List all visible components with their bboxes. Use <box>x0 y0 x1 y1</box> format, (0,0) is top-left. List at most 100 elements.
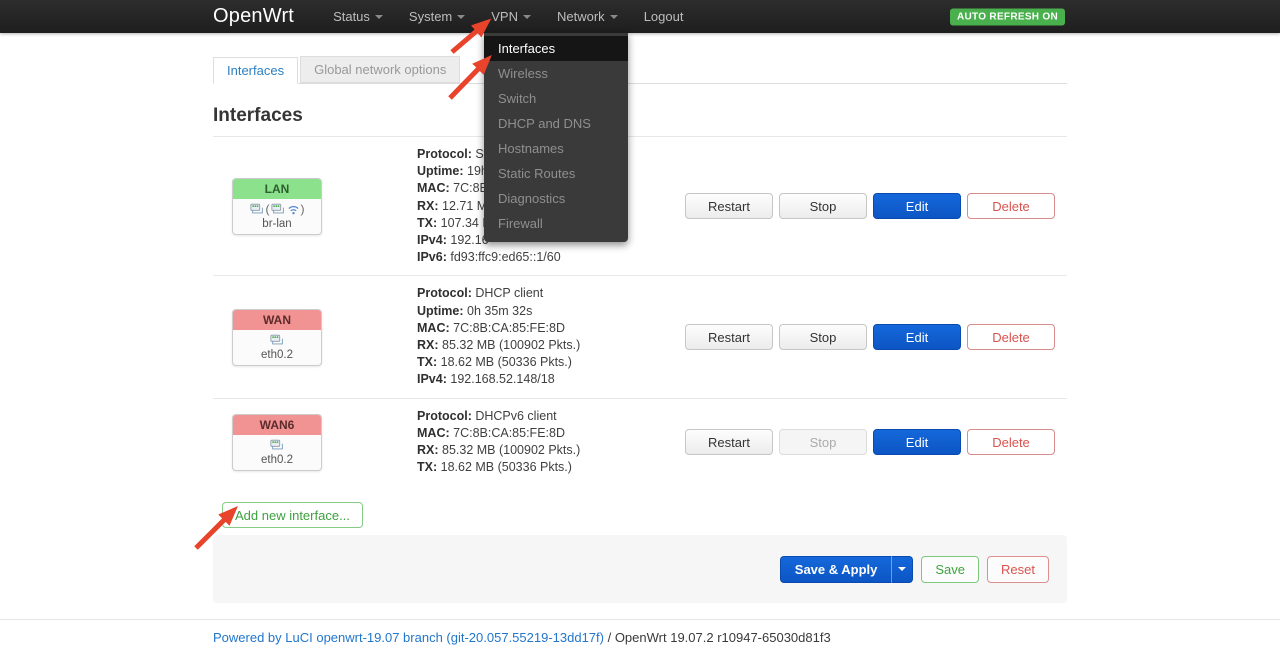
interface-device: eth0.2 <box>235 349 319 361</box>
detail-line: RX: 85.32 MB (100902 Pkts.) <box>417 337 685 354</box>
detail-line: TX: 18.62 MB (50336 Pkts.) <box>417 459 685 476</box>
restart-button[interactable]: Restart <box>685 324 773 350</box>
detail-value: 85.32 MB (100902 Pkts.) <box>442 443 580 457</box>
detail-label: Uptime: <box>417 304 464 318</box>
openwrt-logo: OpenWrt <box>213 5 294 28</box>
detail-line: MAC: 7C:8B:CA:85:FE:8D <box>417 425 685 442</box>
menu-item-switch[interactable]: Switch <box>484 86 628 111</box>
interface-card-wan: WAN eth0.2 <box>232 309 322 366</box>
delete-button[interactable]: Delete <box>967 193 1055 219</box>
interface-badge-lan: LAN <box>233 179 321 199</box>
detail-line: Protocol: DHCPv6 client <box>417 408 685 425</box>
edit-button[interactable]: Edit <box>873 324 961 350</box>
save-apply-dropdown-toggle[interactable] <box>891 556 913 583</box>
top-navbar: OpenWrt Status System VPN Network Logout… <box>0 0 1280 33</box>
interface-device: br-lan <box>235 218 319 230</box>
detail-line: MAC: 7C:8B:CA:85:FE:8D <box>417 320 685 337</box>
restart-button[interactable]: Restart <box>685 193 773 219</box>
chevron-down-icon <box>610 15 618 19</box>
ethernet-port-icon <box>270 439 285 451</box>
interface-card-wan6: WAN6 eth0.2 <box>232 414 322 471</box>
interface-actions: Restart Stop Edit Delete <box>685 429 1067 455</box>
edit-button[interactable]: Edit <box>873 193 961 219</box>
chevron-down-icon <box>898 567 906 571</box>
detail-value: 18.62 MB (50336 Pkts.) <box>441 460 572 474</box>
edit-button[interactable]: Edit <box>873 429 961 455</box>
detail-line: Protocol: DHCP client <box>417 285 685 302</box>
detail-value: fd93:ffc9:ed65::1/60 <box>450 250 560 264</box>
menu-item-diagnostics[interactable]: Diagnostics <box>484 186 628 211</box>
detail-label: RX: <box>417 443 439 457</box>
restart-button[interactable]: Restart <box>685 429 773 455</box>
delete-button[interactable]: Delete <box>967 324 1055 350</box>
detail-value: 192.168.52.148/18 <box>450 372 554 386</box>
interface-badge-wan: WAN <box>233 310 321 330</box>
detail-label: TX: <box>417 216 437 230</box>
menu-item-wireless[interactable]: Wireless <box>484 61 628 86</box>
interface-card-lan: LAN ( ) br-lan <box>232 178 322 235</box>
bridge-close-paren: ) <box>301 203 305 216</box>
detail-line: IPv4: 192.168.52.148/18 <box>417 371 685 388</box>
menu-item-dhcp-dns[interactable]: DHCP and DNS <box>484 111 628 136</box>
detail-label: Uptime: <box>417 164 464 178</box>
save-apply-split-button: Save & Apply <box>780 556 914 583</box>
wifi-icon <box>287 204 300 215</box>
interface-details: Protocol: DHCPv6 client MAC: 7C:8B:CA:85… <box>417 408 685 477</box>
interface-badge-wan6: WAN6 <box>233 415 321 435</box>
detail-label: IPv6: <box>417 250 447 264</box>
interface-actions: Restart Stop Edit Delete <box>685 324 1067 350</box>
detail-label: Protocol: <box>417 286 472 300</box>
interface-row-wan: WAN eth0.2 Protocol: DHCP client Uptime:… <box>213 276 1067 398</box>
detail-value: 12.71 M <box>442 199 487 213</box>
nav-item-logout[interactable]: Logout <box>631 0 697 33</box>
detail-label: Protocol: <box>417 147 472 161</box>
interface-row-wan6: WAN6 eth0.2 Protocol: DHCPv6 client MAC:… <box>213 399 1067 486</box>
tab-global-network-options[interactable]: Global network options <box>300 56 460 83</box>
delete-button[interactable]: Delete <box>967 429 1055 455</box>
nav-item-vpn[interactable]: VPN <box>478 0 544 33</box>
detail-line: TX: 18.62 MB (50336 Pkts.) <box>417 354 685 371</box>
save-apply-button[interactable]: Save & Apply <box>780 556 892 583</box>
detail-value: 7C:8B <box>453 181 488 195</box>
interface-icons: ( ) <box>235 202 319 217</box>
menu-item-interfaces[interactable]: Interfaces <box>484 36 628 61</box>
menu-item-hostnames[interactable]: Hostnames <box>484 136 628 161</box>
luci-footer-link[interactable]: Powered by LuCI openwrt-19.07 branch (gi… <box>213 630 604 645</box>
interface-icons <box>235 438 319 453</box>
stop-button[interactable]: Stop <box>779 193 867 219</box>
network-dropdown-menu: Interfaces Wireless Switch DHCP and DNS … <box>484 33 628 242</box>
detail-label: RX: <box>417 338 439 352</box>
menu-item-firewall[interactable]: Firewall <box>484 211 628 236</box>
interface-details: Protocol: DHCP client Uptime: 0h 35m 32s… <box>417 285 685 388</box>
detail-label: MAC: <box>417 426 450 440</box>
menu-item-static-routes[interactable]: Static Routes <box>484 161 628 186</box>
save-button[interactable]: Save <box>921 556 979 583</box>
detail-label: TX: <box>417 460 437 474</box>
detail-label: RX: <box>417 199 439 213</box>
ethernet-port-icon <box>270 334 285 346</box>
detail-value: DHCPv6 client <box>475 409 556 423</box>
detail-value: 7C:8B:CA:85:FE:8D <box>453 321 565 335</box>
main-content: Interfaces Global network options Interf… <box>213 33 1067 603</box>
detail-line: IPv6: fd93:ffc9:ed65::1/60 <box>417 249 685 266</box>
detail-value: 18.62 MB (50336 Pkts.) <box>441 355 572 369</box>
detail-value: DHCP client <box>475 286 543 300</box>
page-title: Interfaces <box>213 105 1067 127</box>
stop-button[interactable]: Stop <box>779 324 867 350</box>
ethernet-port-icon <box>271 203 286 215</box>
detail-value: 192.16 <box>450 233 488 247</box>
tab-interfaces[interactable]: Interfaces <box>213 57 298 84</box>
nav-item-system[interactable]: System <box>396 0 478 33</box>
stop-button[interactable]: Stop <box>779 429 867 455</box>
detail-line: Uptime: 0h 35m 32s <box>417 303 685 320</box>
interface-icons <box>235 333 319 348</box>
add-new-interface-button[interactable]: Add new interface... <box>222 502 363 528</box>
detail-line: RX: 85.32 MB (100902 Pkts.) <box>417 442 685 459</box>
footer-version-text: / OpenWrt 19.07.2 r10947-65030d81f3 <box>604 630 831 645</box>
reset-button[interactable]: Reset <box>987 556 1049 583</box>
nav-item-status[interactable]: Status <box>320 0 396 33</box>
nav-item-network[interactable]: Network <box>544 0 631 33</box>
detail-value: 7C:8B:CA:85:FE:8D <box>453 426 565 440</box>
detail-label: Protocol: <box>417 409 472 423</box>
auto-refresh-badge[interactable]: AUTO REFRESH ON <box>950 8 1065 25</box>
